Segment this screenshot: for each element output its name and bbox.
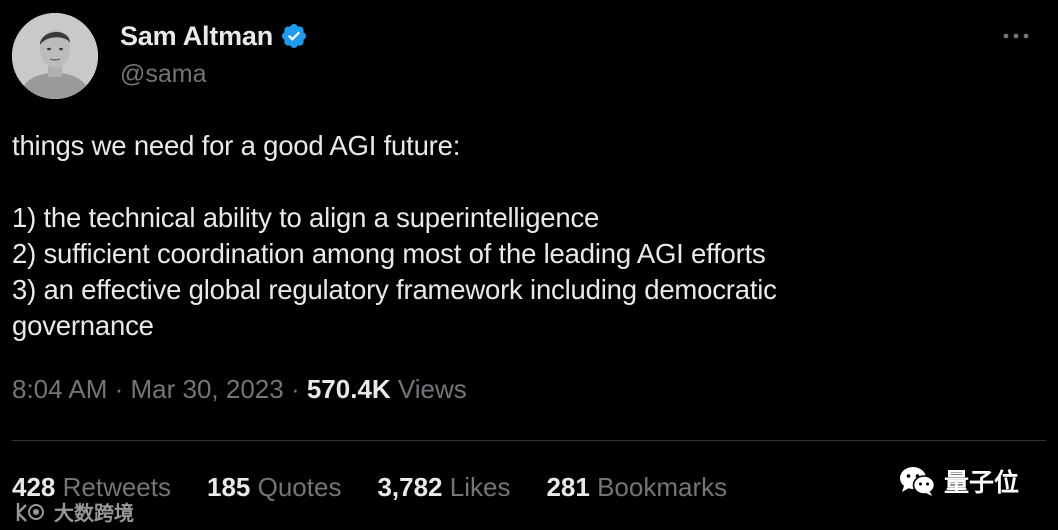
meta-separator: · [107, 374, 131, 404]
stat-number: 185 [207, 472, 251, 502]
views-count[interactable]: 570.4K [307, 374, 391, 404]
tweet-point-2: 2) sufficient coordination among most of… [12, 238, 766, 269]
author-info: Sam Altman @sama [120, 18, 308, 89]
tweet-card: Sam Altman @sama things we need for a go… [0, 0, 1058, 530]
tweet-point-3: 3) an effective global regulatory framew… [12, 274, 777, 341]
tweet-intro: things we need for a good AGI future: [12, 130, 461, 161]
tweet-point-1: 1) the technical ability to align a supe… [12, 202, 600, 233]
stat-bookmarks[interactable]: 281 Bookmarks [546, 472, 727, 503]
author-handle[interactable]: @sama [120, 60, 308, 89]
stat-label: Likes [442, 472, 511, 502]
stat-number: 281 [546, 472, 590, 502]
watermark-left-text: 大数跨境 [54, 503, 134, 525]
tweet-text: things we need for a good AGI future: 1)… [12, 128, 1032, 344]
tweet-time[interactable]: 8:04 AM [12, 374, 107, 404]
views-label: Views [390, 374, 467, 404]
stat-label: Quotes [250, 472, 342, 502]
stat-likes[interactable]: 3,782 Likes [377, 472, 510, 503]
watermark-right: 量子位 [898, 463, 1019, 499]
divider [12, 440, 1046, 441]
tweet-date[interactable]: Mar 30, 2023 [131, 374, 284, 404]
stat-label: Bookmarks [589, 472, 728, 502]
author-name-row: Sam Altman [120, 18, 308, 54]
watermark-logo-icon [16, 502, 44, 522]
meta-separator: · [283, 374, 307, 404]
tweet-meta: 8:04 AM · Mar 30, 2023 · 570.4K Views [12, 374, 467, 405]
wechat-logo-icon [900, 467, 936, 496]
watermark-right-text: 量子位 [944, 469, 1020, 497]
stat-number: 3,782 [377, 472, 443, 502]
stat-quotes[interactable]: 185 Quotes [207, 472, 341, 503]
verified-badge-icon[interactable] [280, 22, 308, 50]
more-horizontal-icon [1003, 33, 1029, 39]
author-display-name[interactable]: Sam Altman [120, 21, 273, 52]
more-options-button[interactable] [998, 22, 1034, 50]
avatar[interactable] [12, 13, 98, 99]
watermark-left: 大数跨境 [14, 497, 134, 526]
